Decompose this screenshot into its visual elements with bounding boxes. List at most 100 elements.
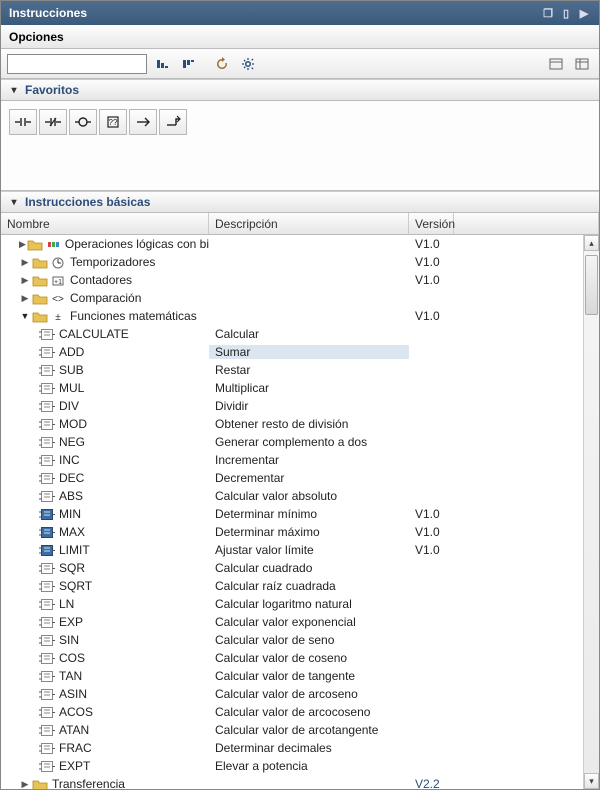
scroll-track[interactable] xyxy=(584,251,599,773)
tree-item-row[interactable]: SQRTCalcular raíz cuadrada xyxy=(1,577,583,595)
block-blue-icon xyxy=(39,525,55,539)
tree-folder-row[interactable]: ▶<>Comparación xyxy=(1,289,583,307)
window-restore-icon[interactable]: ❐ xyxy=(541,6,555,20)
tree-item-row[interactable]: FRACDeterminar decimales xyxy=(1,739,583,757)
folder-icon xyxy=(32,291,48,305)
block-icon xyxy=(39,399,55,413)
tree-item-row[interactable]: ADDSumar xyxy=(1,343,583,361)
tree-item-description: Generar complemento a dos xyxy=(209,435,409,449)
basic-instructions-header[interactable]: ▾ Instrucciones básicas xyxy=(1,191,599,213)
tree-item-description: Obtener resto de división xyxy=(209,417,409,431)
grid-view-button[interactable] xyxy=(571,54,593,74)
tree-body[interactable]: ▶Operaciones lógicas con bitsV1.0▶Tempor… xyxy=(1,235,583,789)
chevron-right-icon[interactable]: ▶ xyxy=(19,292,31,304)
sort-desc-icon xyxy=(181,57,195,71)
tree-item-row[interactable]: DECDecrementar xyxy=(1,469,583,487)
block-icon xyxy=(39,435,55,449)
chevron-down-icon[interactable]: ▾ xyxy=(7,83,21,97)
tree-item-row[interactable]: INCIncrementar xyxy=(1,451,583,469)
tree-item-row[interactable]: TANCalcular valor de tangente xyxy=(1,667,583,685)
fav-box-button[interactable]: ?? xyxy=(99,109,127,135)
list-view-button[interactable] xyxy=(545,54,567,74)
scroll-up-button[interactable]: ▴ xyxy=(584,235,599,251)
favorites-header[interactable]: ▾ Favoritos xyxy=(1,79,599,101)
column-name[interactable]: Nombre xyxy=(1,213,209,234)
settings-button[interactable] xyxy=(237,54,259,74)
tree-item-row[interactable]: ACOSCalcular valor de arcocoseno xyxy=(1,703,583,721)
tree-item-label: MUL xyxy=(59,381,84,395)
list-view-icon xyxy=(549,58,563,70)
window-expand-icon[interactable]: ▶ xyxy=(577,6,591,20)
tree-item-row[interactable]: SQRCalcular cuadrado xyxy=(1,559,583,577)
tree-folder-row[interactable]: ▼±Funciones matemáticasV1.0 xyxy=(1,307,583,325)
svg-text:??: ?? xyxy=(109,118,118,127)
tree-item-row[interactable]: EXPTElevar a potencia xyxy=(1,757,583,775)
tree-item-version: V1.0 xyxy=(409,507,454,521)
tree-folder-row[interactable]: ▶ Transferencia V2.2 xyxy=(1,775,583,789)
tree-item-row[interactable]: MINDeterminar mínimoV1.0 xyxy=(1,505,583,523)
tree-item-label: SQR xyxy=(59,561,85,575)
block-icon xyxy=(39,597,55,611)
folder-icon xyxy=(32,273,48,287)
tree-item-description: Determinar máximo xyxy=(209,525,409,539)
gear-icon xyxy=(241,57,255,71)
sort-desc-button[interactable] xyxy=(177,54,199,74)
chevron-right-icon[interactable]: ▶ xyxy=(19,274,31,286)
tree-folder-row[interactable]: ▶TemporizadoresV1.0 xyxy=(1,253,583,271)
tree-item-row[interactable]: COSCalcular valor de coseno xyxy=(1,649,583,667)
block-icon xyxy=(39,705,55,719)
vertical-scrollbar[interactable]: ▴ ▾ xyxy=(583,235,599,789)
scroll-thumb[interactable] xyxy=(585,255,598,315)
block-icon xyxy=(39,489,55,503)
chevron-right-icon[interactable]: ▶ xyxy=(19,238,26,250)
chevron-right-icon[interactable]: ▶ xyxy=(19,778,31,789)
tree-folder-label: Transferencia xyxy=(52,777,125,789)
fav-contact-nc-button[interactable] xyxy=(39,109,67,135)
tree-item-row[interactable]: EXPCalcular valor exponencial xyxy=(1,613,583,631)
tree-item-description: Elevar a potencia xyxy=(209,759,409,773)
folder-icon xyxy=(32,309,48,323)
tree-item-row[interactable]: MULMultiplicar xyxy=(1,379,583,397)
tree-item-row[interactable]: ABSCalcular valor absoluto xyxy=(1,487,583,505)
tree-item-version: V1.0 xyxy=(409,237,454,251)
tree-item-row[interactable]: ATANCalcular valor de arcotangente xyxy=(1,721,583,739)
fav-contact-no-button[interactable] xyxy=(9,109,37,135)
tree-folder-row[interactable]: ▶+1ContadoresV1.0 xyxy=(1,271,583,289)
tree-item-version[interactable]: V2.2 xyxy=(409,777,454,789)
tree-item-row[interactable]: SUBRestar xyxy=(1,361,583,379)
tree-item-version: V1.0 xyxy=(409,525,454,539)
tree-item-version: V1.0 xyxy=(409,255,454,269)
compare-icon: <> xyxy=(50,291,66,305)
window-pin-icon[interactable]: ▯ xyxy=(559,6,573,20)
column-description[interactable]: Descripción xyxy=(209,213,409,234)
scroll-down-button[interactable]: ▾ xyxy=(584,773,599,789)
refresh-button[interactable] xyxy=(211,54,233,74)
tree-item-row[interactable]: MODObtener resto de división xyxy=(1,415,583,433)
tree-item-description: Calcular logaritmo natural xyxy=(209,597,409,611)
block-icon xyxy=(39,579,55,593)
tree-item-row[interactable]: CALCULATECalcular xyxy=(1,325,583,343)
chevron-down-icon[interactable]: ▾ xyxy=(7,195,21,209)
chevron-down-icon[interactable]: ▼ xyxy=(19,310,31,322)
tree-item-row[interactable]: SINCalcular valor de seno xyxy=(1,631,583,649)
options-label: Opciones xyxy=(9,30,64,44)
tree-item-row[interactable]: NEG Generar complemento a dos xyxy=(1,433,583,451)
tree-item-row[interactable]: MAXDeterminar máximoV1.0 xyxy=(1,523,583,541)
block-icon xyxy=(39,381,55,395)
tree-item-row[interactable]: LIMITAjustar valor límiteV1.0 xyxy=(1,541,583,559)
search-input[interactable] xyxy=(7,54,147,74)
tree-item-label: NEG xyxy=(59,435,85,449)
tree-folder-row[interactable]: ▶Operaciones lógicas con bitsV1.0 xyxy=(1,235,583,253)
tree-item-row[interactable]: DIVDividir xyxy=(1,397,583,415)
column-version[interactable]: Versión xyxy=(409,213,454,234)
fav-coil-button[interactable] xyxy=(69,109,97,135)
window-title: Instrucciones xyxy=(9,6,87,20)
chevron-right-icon[interactable]: ▶ xyxy=(19,256,31,268)
sort-asc-button[interactable] xyxy=(151,54,173,74)
tree-item-row[interactable]: ASINCalcular valor de arcoseno xyxy=(1,685,583,703)
block-blue-icon xyxy=(39,543,55,557)
fav-branch-button[interactable] xyxy=(129,109,157,135)
tree-item-description: Ajustar valor límite xyxy=(209,543,409,557)
fav-branch-close-button[interactable] xyxy=(159,109,187,135)
tree-item-row[interactable]: LNCalcular logaritmo natural xyxy=(1,595,583,613)
